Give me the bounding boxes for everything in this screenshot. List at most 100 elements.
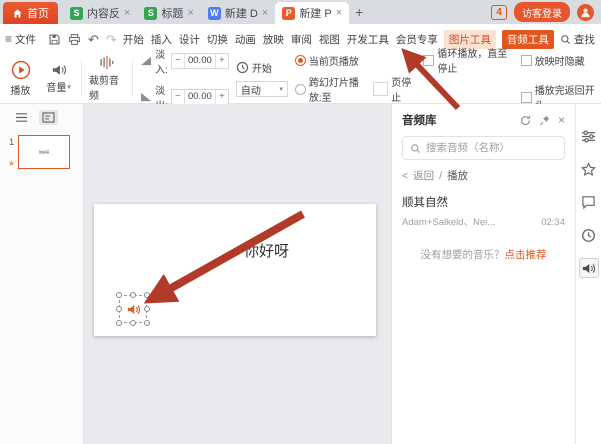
home-tab-label: 首页: [27, 5, 49, 21]
decrease-button[interactable]: −: [172, 90, 184, 104]
hamburger-icon: ≡: [5, 32, 12, 46]
trim-audio-icon: [98, 55, 116, 70]
selection-handle[interactable]: [116, 306, 122, 312]
adjust-sliders-icon[interactable]: [579, 126, 599, 146]
option-hide-while-showing[interactable]: 放映时隐藏: [521, 45, 596, 75]
radio-checked-icon[interactable]: [295, 55, 306, 66]
audio-object-selected[interactable]: [120, 296, 146, 322]
file-menu[interactable]: ≡ 文件: [5, 32, 36, 47]
song-item[interactable]: 顺其自然 Adam+Salkeld、Nei... 02:34: [402, 191, 565, 231]
selection-handle[interactable]: [130, 320, 136, 326]
close-tab-icon[interactable]: ×: [336, 7, 342, 19]
tab-developer[interactable]: 开发工具: [347, 32, 389, 47]
slide-thumbnail[interactable]: 你好呀: [18, 135, 70, 169]
close-tab-icon[interactable]: ×: [187, 7, 193, 19]
start-mode-dropdown[interactable]: 自动 ▾: [236, 81, 288, 97]
refresh-icon[interactable]: [520, 115, 531, 126]
tab-insert[interactable]: 插入: [151, 32, 172, 47]
start-mode-controls: 开始 自动 ▾: [236, 57, 288, 100]
tab-design[interactable]: 设计: [179, 32, 200, 47]
tab-review[interactable]: 审阅: [291, 32, 312, 47]
trim-audio-label: 裁剪音频: [89, 72, 125, 102]
decrease-button[interactable]: −: [172, 54, 184, 68]
selection-handle[interactable]: [144, 320, 150, 326]
tab-start[interactable]: 开始: [123, 32, 144, 47]
audio-panel-toggle-icon[interactable]: [579, 258, 599, 278]
play-button[interactable]: 播放: [5, 57, 36, 100]
selection-handle[interactable]: [130, 292, 136, 298]
doc-tab-sheet-2[interactable]: S 标题 ×: [137, 2, 200, 24]
trim-audio-button[interactable]: 裁剪音频: [89, 57, 125, 100]
guest-login-button[interactable]: 访客登录: [514, 2, 570, 22]
option-cross-slide[interactable]: 跨幻灯片播放:至 页停止: [295, 74, 417, 104]
start-clock-icon: [236, 61, 249, 74]
song-title: 顺其自然: [402, 194, 495, 210]
selection-handle[interactable]: [144, 292, 150, 298]
wps-sheet-icon: S: [70, 7, 83, 20]
tab-view[interactable]: 视图: [319, 32, 340, 47]
doc-tab-sheet-1[interactable]: S 内容反 ×: [63, 2, 137, 24]
tabbar-right: 4 访客登录: [491, 0, 601, 24]
new-tab-button[interactable]: +: [349, 4, 369, 20]
increase-button[interactable]: +: [216, 90, 228, 104]
slide[interactable]: 你好呀: [94, 204, 376, 336]
checkbox-icon[interactable]: [423, 55, 434, 66]
fade-out-value[interactable]: 00.00: [184, 90, 216, 104]
comment-icon[interactable]: [579, 192, 599, 212]
redo-icon[interactable]: ↷: [106, 33, 117, 46]
slide-entry-1[interactable]: 1 ★ 你好呀: [0, 131, 83, 169]
print-icon[interactable]: [68, 33, 81, 46]
slides-view-icon[interactable]: [39, 110, 58, 125]
start-label: 开始: [252, 60, 272, 75]
tab-slideshow[interactable]: 放映: [263, 32, 284, 47]
undo-icon[interactable]: ↶: [88, 33, 99, 46]
radio-icon[interactable]: [295, 84, 306, 95]
favorites-star-icon[interactable]: [579, 159, 599, 179]
close-tab-icon[interactable]: ×: [262, 7, 268, 19]
tab-transition[interactable]: 切换: [207, 32, 228, 47]
outline-view-icon[interactable]: [12, 110, 31, 125]
panel-header: 音频库 ×: [402, 112, 565, 128]
volume-button[interactable]: 音量▾: [43, 57, 74, 100]
tab-animation[interactable]: 动画: [235, 32, 256, 47]
recommend-link[interactable]: 点击推荐: [505, 249, 547, 261]
chevron-down-icon: ▾: [67, 83, 71, 91]
increase-button[interactable]: +: [216, 54, 228, 68]
audio-search-input[interactable]: [426, 142, 557, 154]
audio-speaker-icon: [126, 303, 141, 316]
selection-handle[interactable]: [116, 292, 122, 298]
divider: [81, 60, 82, 97]
update-count-badge[interactable]: 4: [491, 5, 507, 20]
option-current-page[interactable]: 当前页播放: [295, 53, 417, 68]
fade-out-icon: [140, 92, 152, 102]
selection-handle[interactable]: [144, 306, 150, 312]
stop-page-input[interactable]: [373, 82, 388, 96]
checkbox-icon[interactable]: [521, 55, 532, 66]
play-circle-icon: [11, 60, 31, 80]
checkbox-icon[interactable]: [521, 92, 532, 103]
editor-canvas[interactable]: 你好呀: [84, 104, 391, 444]
fade-in-value[interactable]: 00.00: [184, 54, 216, 68]
audio-search-box[interactable]: [402, 136, 565, 160]
avatar[interactable]: [577, 4, 594, 21]
divider: [132, 60, 133, 97]
menu-bar: ≡ 文件 ↶ ↷ 开始 插入 设计 切换 动画 放映 审阅 视图 开发工具 会员…: [0, 24, 601, 54]
doc-tab-presentation-active[interactable]: P 新建 P ×: [275, 2, 349, 24]
slide-text[interactable]: 你好呀: [244, 240, 289, 261]
empty-prompt: 没有想要的音乐？点击推荐: [402, 247, 565, 262]
selection-handle[interactable]: [116, 320, 122, 326]
option-loop[interactable]: 循环播放，直至停止: [423, 45, 508, 75]
home-tab[interactable]: 首页: [3, 2, 58, 24]
doc-tab-label: 标题: [161, 5, 183, 21]
back-link[interactable]: 返回: [413, 168, 434, 183]
pin-icon[interactable]: [539, 115, 550, 126]
breadcrumb: < 返回 / 播放: [402, 168, 565, 183]
doc-tab-writer[interactable]: W 新建 D ×: [201, 2, 275, 24]
content-area: 1 ★ 你好呀 你好呀: [0, 104, 601, 444]
song-duration: 02:34: [541, 217, 565, 228]
close-tab-icon[interactable]: ×: [124, 7, 130, 19]
close-panel-icon[interactable]: ×: [558, 113, 565, 127]
save-icon[interactable]: [48, 33, 61, 46]
history-clock-icon[interactable]: [579, 225, 599, 245]
crumb-divider: /: [439, 170, 442, 182]
